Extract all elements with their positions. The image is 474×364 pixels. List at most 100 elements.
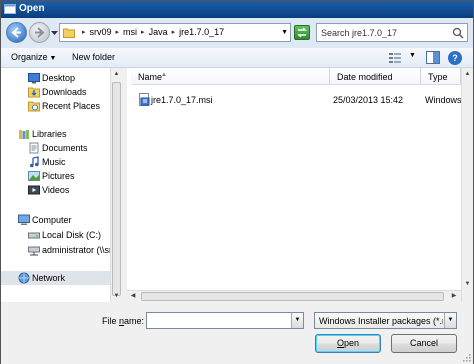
cancel-button[interactable]: Cancel	[391, 334, 457, 353]
breadcrumb-separator[interactable]: ▸	[139, 28, 147, 36]
scroll-up-icon[interactable]: ▲	[462, 68, 473, 80]
scroll-right-icon[interactable]: ▶	[448, 291, 460, 302]
new-folder-label: New folder	[72, 52, 116, 62]
breadcrumb-separator[interactable]: ▸	[170, 28, 178, 36]
documents-icon	[29, 142, 39, 154]
nav-item-label: administrator (\\srv	[42, 245, 117, 255]
file-type-filter[interactable]: Windows Installer packages (*.r ▼	[314, 312, 457, 329]
column-header-name[interactable]: Name ▲	[131, 68, 330, 85]
column-header-label: Name	[138, 72, 163, 82]
nav-item-network-drive[interactable]: administrator (\\srv	[1, 243, 117, 257]
file-type-filter-value: Windows Installer packages (*.r	[319, 316, 443, 326]
file-name-input[interactable]	[147, 313, 289, 328]
nav-item-label: Local Disk (C:)	[42, 230, 102, 240]
chevron-down-icon[interactable]: ▼	[444, 313, 456, 328]
nav-item-documents[interactable]: Documents	[1, 141, 110, 155]
open-dialog: Open ▸ srv09 ▸ msi ▸ Java ▸ jre1.7.0_17 …	[0, 0, 474, 364]
file-name: jre1.7.0_17.msi	[151, 95, 213, 105]
nav-item-label: Recent Places	[42, 101, 101, 111]
folder-icon	[63, 28, 75, 38]
open-label-rest: pen	[343, 338, 360, 348]
nav-item-pictures[interactable]: Pictures	[1, 169, 110, 183]
open-button[interactable]: Open	[315, 334, 381, 353]
nav-item-label: Videos	[42, 185, 70, 195]
file-list: Name ▲ Date modified Type jre1.7.0_17.ms…	[127, 68, 473, 302]
breadcrumb-item[interactable]: jre1.7.0_17	[177, 27, 226, 37]
breadcrumb: ▸ srv09 ▸ msi ▸ Java ▸ jre1.7.0_17	[80, 27, 226, 37]
chevron-down-icon[interactable]: ▼	[281, 29, 288, 36]
file-list-vscrollbar[interactable]: ▲ ▼	[461, 68, 473, 302]
title-bar[interactable]: Open	[1, 1, 473, 18]
column-header-type[interactable]: Type	[421, 68, 461, 85]
window-title: Open	[19, 3, 45, 14]
breadcrumb-separator[interactable]: ▸	[80, 28, 88, 36]
videos-icon	[28, 185, 40, 195]
preview-pane-icon[interactable]	[426, 51, 440, 64]
recent-pages-dropdown[interactable]	[51, 29, 58, 36]
scrollbar-thumb[interactable]	[141, 292, 444, 301]
dialog-footer: File name: ▼ Windows Installer packages …	[1, 302, 473, 364]
nav-item-label: Pictures	[42, 171, 75, 181]
computer-icon	[18, 214, 30, 225]
refresh-icon	[297, 27, 307, 38]
address-bar[interactable]: ▸ srv09 ▸ msi ▸ Java ▸ jre1.7.0_17 ▼	[59, 23, 291, 42]
scroll-down-icon[interactable]: ▼	[111, 290, 122, 302]
view-options-dropdown[interactable]: ▼	[409, 52, 416, 59]
chevron-down-icon[interactable]: ▼	[291, 313, 303, 328]
scroll-left-icon[interactable]: ◀	[127, 291, 139, 302]
scroll-up-icon[interactable]: ▲	[111, 68, 122, 80]
nav-item-libraries[interactable]: Libraries	[1, 127, 110, 141]
navigation-pane: Desktop Downloads Recent Places Librarie…	[1, 68, 122, 302]
nav-item-label: Documents	[42, 143, 88, 153]
file-name-label-pre: File	[102, 316, 120, 326]
file-list-hscrollbar[interactable]: ◀ ▶	[127, 290, 461, 302]
column-header-label: Type	[428, 72, 448, 82]
nav-item-music[interactable]: Music	[1, 155, 110, 169]
forward-button[interactable]	[29, 22, 50, 43]
libraries-icon	[19, 130, 29, 139]
arrow-left-icon	[11, 27, 21, 38]
breadcrumb-item[interactable]: msi	[121, 27, 139, 37]
file-name-combo[interactable]: ▼	[146, 312, 304, 329]
scrollbar-thumb[interactable]	[112, 82, 121, 296]
nav-item-label: Computer	[32, 215, 72, 225]
recent-places-icon	[28, 101, 40, 112]
open-label-mnemonic: O	[336, 338, 344, 348]
window-icon	[4, 4, 16, 14]
back-button[interactable]	[6, 22, 27, 43]
nav-item-videos[interactable]: Videos	[1, 183, 110, 197]
refresh-button[interactable]	[294, 25, 310, 40]
nav-item-label: Desktop	[42, 73, 76, 83]
desktop-icon	[28, 73, 40, 84]
breadcrumb-item[interactable]: srv09	[88, 27, 114, 37]
chevron-down-icon: ▼	[49, 55, 57, 62]
search-input[interactable]	[317, 24, 445, 41]
resize-grip-icon[interactable]	[462, 353, 471, 362]
breadcrumb-separator[interactable]: ▸	[114, 28, 122, 36]
search-box[interactable]	[316, 23, 468, 42]
new-folder-button[interactable]: New folder	[72, 52, 115, 62]
nav-item-local-disk[interactable]: Local Disk (C:)	[1, 228, 110, 242]
nav-item-desktop[interactable]: Desktop	[1, 71, 110, 85]
nav-item-network[interactable]: Network	[1, 271, 110, 285]
help-button[interactable]: ?	[448, 51, 462, 65]
breadcrumb-item[interactable]: Java	[147, 27, 170, 37]
nav-item-downloads[interactable]: Downloads	[1, 85, 110, 99]
organize-button[interactable]: Organize ▼	[11, 52, 56, 62]
command-bar: Organize ▼ New folder ▼ ?	[1, 48, 473, 68]
file-row[interactable]: jre1.7.0_17.msi 25/03/2013 15:42 Windows…	[131, 92, 471, 108]
nav-item-label: Downloads	[42, 87, 87, 97]
file-name-label: File name:	[102, 316, 144, 326]
nav-item-recent-places[interactable]: Recent Places	[1, 99, 110, 113]
file-date: 25/03/2013 15:42	[333, 95, 404, 105]
column-header-date[interactable]: Date modified	[330, 68, 421, 85]
scroll-down-icon[interactable]: ▼	[462, 278, 473, 290]
nav-item-computer[interactable]: Computer	[1, 213, 110, 227]
search-icon[interactable]	[452, 27, 464, 39]
local-disk-icon	[28, 232, 40, 239]
nav-item-label: Libraries	[32, 129, 67, 139]
change-view-icon[interactable]	[388, 51, 402, 64]
nav-pane-scrollbar[interactable]: ▲ ▼	[110, 68, 122, 302]
address-row: ▸ srv09 ▸ msi ▸ Java ▸ jre1.7.0_17 ▼	[1, 18, 473, 48]
music-icon	[30, 156, 39, 168]
